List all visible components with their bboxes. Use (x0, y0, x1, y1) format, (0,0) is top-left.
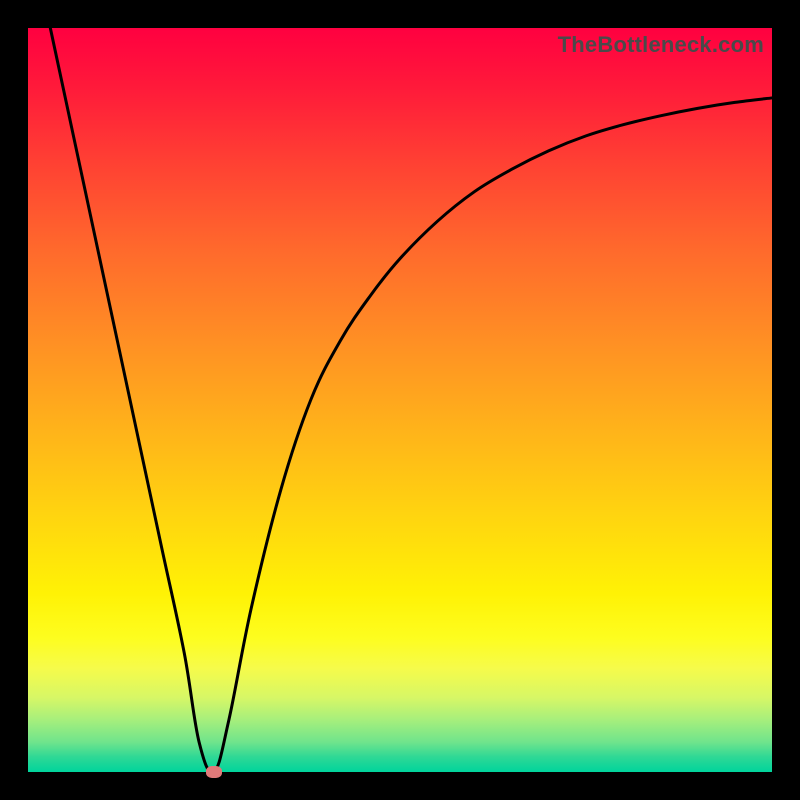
minimum-marker (206, 766, 222, 778)
bottleneck-curve (28, 28, 772, 772)
chart-frame: TheBottleneck.com (0, 0, 800, 800)
plot-area: TheBottleneck.com (28, 28, 772, 772)
